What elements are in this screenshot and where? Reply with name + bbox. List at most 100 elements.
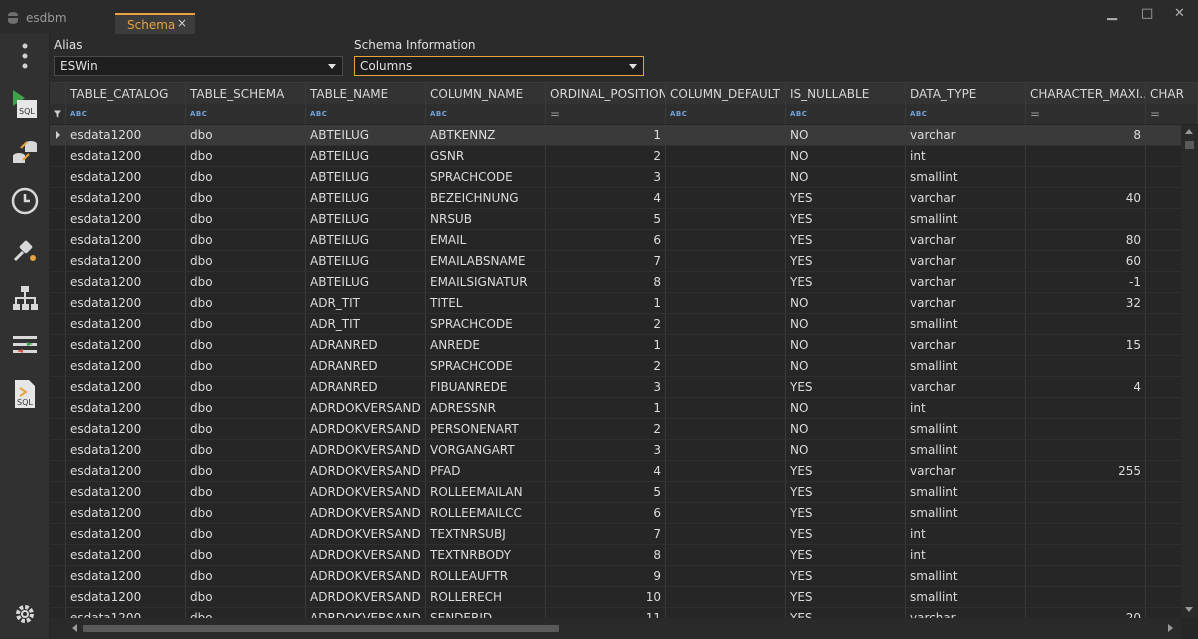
column-filter-cell[interactable]: = bbox=[1146, 104, 1198, 124]
table-cell[interactable]: esdata1200 bbox=[66, 545, 186, 565]
table-cell[interactable]: NRSUB bbox=[426, 209, 546, 229]
row-header[interactable] bbox=[50, 146, 66, 166]
table-cell[interactable] bbox=[1026, 503, 1146, 523]
table-cell[interactable]: ROLLEEMAILCC bbox=[426, 503, 546, 523]
row-header[interactable] bbox=[50, 503, 66, 523]
table-cell[interactable]: NO bbox=[786, 440, 906, 460]
table-cell[interactable] bbox=[666, 230, 786, 250]
table-cell[interactable] bbox=[666, 356, 786, 376]
column-filter-cell[interactable]: ABC bbox=[786, 104, 906, 124]
table-cell[interactable]: varchar bbox=[906, 461, 1026, 481]
table-cell[interactable]: 2 bbox=[546, 419, 666, 439]
row-header[interactable] bbox=[50, 356, 66, 376]
table-cell[interactable]: smallint bbox=[906, 167, 1026, 187]
table-cell[interactable]: NO bbox=[786, 146, 906, 166]
row-header[interactable] bbox=[50, 482, 66, 502]
table-cell[interactable] bbox=[666, 608, 786, 618]
table-cell[interactable]: ABTEILUG bbox=[306, 167, 426, 187]
table-cell[interactable]: smallint bbox=[906, 209, 1026, 229]
table-cell[interactable] bbox=[666, 566, 786, 586]
table-cell[interactable] bbox=[1026, 209, 1146, 229]
table-row[interactable]: esdata1200 dbo ADRDOKVERSAND ROLLERECH 10 YES… bbox=[50, 587, 1181, 608]
table-cell[interactable] bbox=[1146, 419, 1181, 439]
horizontal-scroll-thumb[interactable] bbox=[83, 625, 559, 632]
row-header[interactable] bbox=[50, 209, 66, 229]
row-header[interactable] bbox=[50, 230, 66, 250]
table-cell[interactable] bbox=[1146, 188, 1181, 208]
table-cell[interactable] bbox=[666, 146, 786, 166]
table-cell[interactable]: esdata1200 bbox=[66, 188, 186, 208]
table-cell[interactable] bbox=[666, 314, 786, 334]
table-cell[interactable]: NO bbox=[786, 125, 906, 145]
table-cell[interactable]: ABTEILUG bbox=[306, 188, 426, 208]
table-cell[interactable]: YES bbox=[786, 461, 906, 481]
table-cell[interactable]: EMAILABSNAME bbox=[426, 251, 546, 271]
table-cell[interactable]: 4 bbox=[546, 188, 666, 208]
table-cell[interactable]: varchar bbox=[906, 335, 1026, 355]
row-header[interactable] bbox=[50, 398, 66, 418]
table-cell[interactable]: 1 bbox=[546, 293, 666, 313]
table-cell[interactable]: smallint bbox=[906, 419, 1026, 439]
column-filter-cell[interactable]: = bbox=[546, 104, 666, 124]
table-cell[interactable]: NO bbox=[786, 335, 906, 355]
column-header[interactable]: CHAR bbox=[1146, 83, 1198, 104]
table-cell[interactable] bbox=[666, 524, 786, 544]
table-cell[interactable]: YES bbox=[786, 482, 906, 502]
gear-icon[interactable] bbox=[0, 596, 49, 632]
table-cell[interactable]: dbo bbox=[186, 251, 306, 271]
table-cell[interactable]: TEXTNRBODY bbox=[426, 545, 546, 565]
table-cell[interactable]: NO bbox=[786, 167, 906, 187]
table-cell[interactable]: TITEL bbox=[426, 293, 546, 313]
table-cell[interactable] bbox=[1146, 587, 1181, 607]
table-cell[interactable]: ROLLERECH bbox=[426, 587, 546, 607]
table-cell[interactable]: dbo bbox=[186, 419, 306, 439]
table-cell[interactable]: 80 bbox=[1026, 230, 1146, 250]
table-cell[interactable]: NO bbox=[786, 419, 906, 439]
row-header[interactable] bbox=[50, 335, 66, 355]
table-cell[interactable]: smallint bbox=[906, 503, 1026, 523]
table-cell[interactable]: GSNR bbox=[426, 146, 546, 166]
table-cell[interactable]: YES bbox=[786, 272, 906, 292]
table-cell[interactable] bbox=[666, 440, 786, 460]
table-cell[interactable]: YES bbox=[786, 377, 906, 397]
column-header[interactable]: TABLE_SCHEMA bbox=[186, 83, 306, 104]
table-cell[interactable]: ABTEILUG bbox=[306, 146, 426, 166]
table-cell[interactable]: esdata1200 bbox=[66, 335, 186, 355]
table-cell[interactable]: YES bbox=[786, 566, 906, 586]
table-cell[interactable]: ADRDOKVERSAND bbox=[306, 608, 426, 618]
table-cell[interactable] bbox=[666, 188, 786, 208]
column-header[interactable]: CHARACTER_MAXI... bbox=[1026, 83, 1146, 104]
table-cell[interactable]: int bbox=[906, 545, 1026, 565]
table-cell[interactable]: dbo bbox=[186, 608, 306, 618]
row-header[interactable] bbox=[50, 272, 66, 292]
table-cell[interactable]: dbo bbox=[186, 335, 306, 355]
db-transfer-icon[interactable] bbox=[0, 134, 49, 170]
table-cell[interactable]: ROLLEAUFTR bbox=[426, 566, 546, 586]
table-cell[interactable]: dbo bbox=[186, 272, 306, 292]
table-cell[interactable]: YES bbox=[786, 230, 906, 250]
table-cell[interactable]: 8 bbox=[1026, 125, 1146, 145]
table-cell[interactable]: SENDERID bbox=[426, 608, 546, 618]
scroll-up-icon[interactable] bbox=[1185, 129, 1193, 134]
table-cell[interactable]: NO bbox=[786, 356, 906, 376]
table-cell[interactable]: esdata1200 bbox=[66, 209, 186, 229]
row-header[interactable] bbox=[50, 419, 66, 439]
table-cell[interactable]: dbo bbox=[186, 125, 306, 145]
table-cell[interactable]: YES bbox=[786, 524, 906, 544]
table-cell[interactable]: ABTEILUG bbox=[306, 209, 426, 229]
table-cell[interactable] bbox=[1146, 251, 1181, 271]
table-cell[interactable]: 2 bbox=[546, 314, 666, 334]
table-row[interactable]: esdata1200 dbo ABTEILUG NRSUB 5 YES smallint bbox=[50, 209, 1181, 230]
column-header[interactable]: DATA_TYPE bbox=[906, 83, 1026, 104]
table-cell[interactable]: dbo bbox=[186, 482, 306, 502]
table-cell[interactable]: esdata1200 bbox=[66, 482, 186, 502]
table-cell[interactable]: SPRACHCODE bbox=[426, 356, 546, 376]
column-filter-cell[interactable]: ABC bbox=[186, 104, 306, 124]
table-cell[interactable] bbox=[1026, 524, 1146, 544]
table-cell[interactable]: ADRDOKVERSAND bbox=[306, 398, 426, 418]
table-cell[interactable]: dbo bbox=[186, 503, 306, 523]
table-cell[interactable] bbox=[1026, 167, 1146, 187]
alias-select[interactable]: ESWin bbox=[54, 56, 343, 76]
row-header[interactable] bbox=[50, 440, 66, 460]
table-cell[interactable] bbox=[1026, 314, 1146, 334]
